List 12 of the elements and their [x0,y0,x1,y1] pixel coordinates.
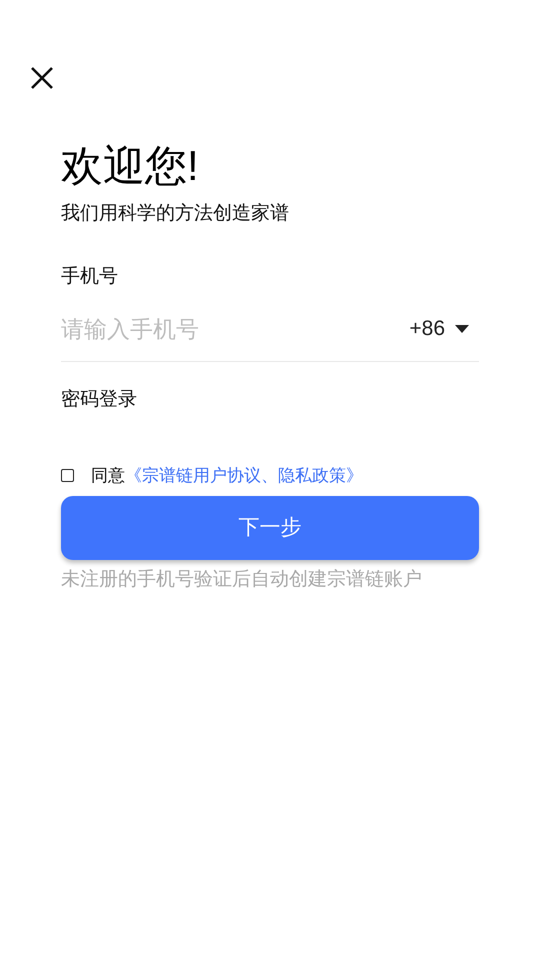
phone-input[interactable]: 请输入手机号 [61,312,410,346]
registration-note: 未注册的手机号验证后自动创建宗谱链账户 [61,568,422,592]
agreement-link[interactable]: 《宗谱链用户协议、隐私政策》 [125,462,363,488]
agree-text: 同意 [91,464,125,486]
country-code-selector[interactable]: +86 [409,313,479,345]
welcome-title: 欢迎您! [61,141,199,191]
password-login-link[interactable]: 密码登录 [61,386,137,414]
dropdown-caret-icon [455,325,469,333]
next-button[interactable]: 下一步 [61,496,479,560]
agree-checkbox[interactable] [61,468,74,482]
phone-label: 手机号 [61,264,118,288]
subtitle: 我们用科学的方法创造家谱 [61,202,289,226]
